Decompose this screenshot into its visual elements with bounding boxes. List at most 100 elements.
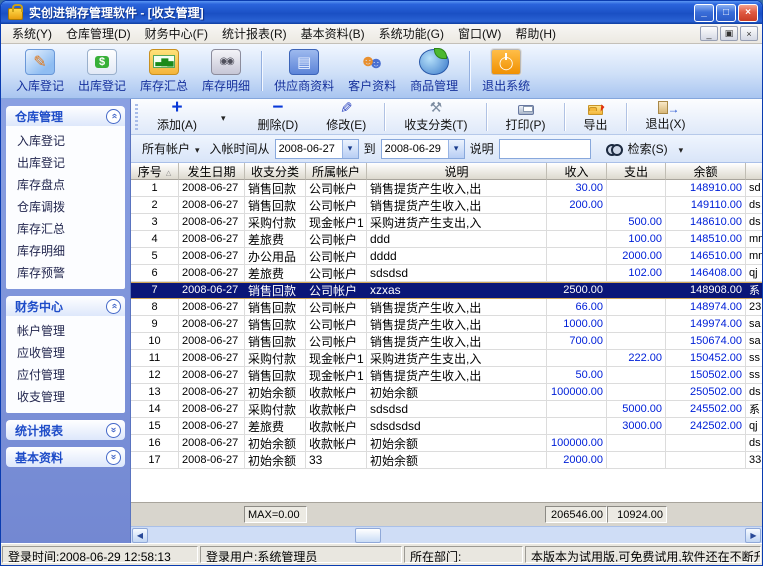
- print-button[interactable]: 打印(P): [492, 100, 560, 134]
- table-cell: [547, 401, 607, 418]
- sidebar-item[interactable]: 库存明细: [6, 240, 125, 262]
- table-cell: 2008-06-27: [179, 384, 245, 401]
- column-header[interactable]: 说明: [367, 163, 547, 180]
- toolbar-button-stock-summary[interactable]: 库存汇总: [133, 47, 195, 96]
- table-cell: 7: [131, 282, 179, 299]
- delete-button[interactable]: 删除(D): [244, 99, 313, 134]
- date-to-dropdown-button[interactable]: [448, 140, 464, 158]
- minimize-button[interactable]: _: [694, 4, 714, 22]
- table-row[interactable]: 52008-06-27办公用品公司帐户dddd2000.00146510.00m…: [131, 248, 762, 265]
- table-row[interactable]: 72008-06-27销售回款公司帐户xzxas2500.00148908.00…: [131, 282, 762, 299]
- sidebar-item[interactable]: 帐户管理: [6, 320, 125, 342]
- column-header[interactable]: 发生日期: [179, 163, 245, 180]
- mdi-restore-button[interactable]: ▣: [720, 26, 738, 41]
- menu-item[interactable]: 财务中心(F): [138, 23, 215, 44]
- column-header[interactable]: 余额: [666, 163, 746, 180]
- table-row[interactable]: 162008-06-27初始余额收款帐户初始余额100000.00ds: [131, 435, 762, 452]
- date-from-input[interactable]: [276, 140, 342, 158]
- chevron-down-icon[interactable]: [106, 423, 121, 438]
- date-to-input[interactable]: [382, 140, 448, 158]
- toolbar-button-supplier[interactable]: 供应商资料: [267, 47, 341, 96]
- mdi-minimize-button[interactable]: _: [700, 26, 718, 41]
- table-row[interactable]: 22008-06-27销售回款公司帐户销售提货产生收入,出200.0014911…: [131, 197, 762, 214]
- sidebar-section-body: 帐户管理应收管理应付管理收支管理: [6, 316, 125, 413]
- table-row[interactable]: 122008-06-27销售回款现金帐户1销售提货产生收入,出50.001505…: [131, 367, 762, 384]
- column-header[interactable]: 序号: [131, 163, 179, 180]
- column-header[interactable]: [746, 163, 762, 180]
- stock-out-icon: [87, 49, 117, 75]
- toolbar-button-stock-out[interactable]: 出库登记: [71, 47, 133, 96]
- sidebar-section: 仓库管理入库登记出库登记库存盘点仓库调拨库存汇总库存明细库存预警: [6, 106, 125, 289]
- sidebar-item[interactable]: 入库登记: [6, 130, 125, 152]
- table-row[interactable]: 132008-06-27初始余额收款帐户初始余额100000.00250502.…: [131, 384, 762, 401]
- export-button[interactable]: 导出: [570, 100, 622, 134]
- column-header[interactable]: 所属帐户: [306, 163, 367, 180]
- account-filter-dropdown[interactable]: 所有帐户: [137, 138, 205, 159]
- maximize-button[interactable]: □: [716, 4, 736, 22]
- table-row[interactable]: 92008-06-27销售回款公司帐户销售提货产生收入,出1000.001499…: [131, 316, 762, 333]
- column-header[interactable]: 支出: [607, 163, 666, 180]
- search-button[interactable]: 检索(S): [600, 138, 690, 159]
- edit-button[interactable]: 修改(E): [312, 99, 380, 134]
- mdi-close-button[interactable]: ×: [740, 26, 758, 41]
- toolbar-button-exit-system[interactable]: 退出系统: [475, 47, 537, 96]
- add-dropdown-arrow-icon[interactable]: [221, 108, 226, 126]
- table-cell: [666, 452, 746, 469]
- sidebar-item[interactable]: 应收管理: [6, 342, 125, 364]
- menu-item[interactable]: 窗口(W): [451, 23, 508, 44]
- table-row[interactable]: 112008-06-27采购付款现金帐户1采购进货产生支出,入222.00150…: [131, 350, 762, 367]
- chevron-up-icon[interactable]: [106, 109, 121, 124]
- menu-item[interactable]: 仓库管理(D): [59, 23, 138, 44]
- table-cell: 5: [131, 248, 179, 265]
- exit-button[interactable]: 退出(X): [632, 100, 700, 133]
- toolbar-button-goods[interactable]: 商品管理: [403, 47, 465, 96]
- table-cell: 销售回款: [245, 197, 306, 214]
- chevron-up-icon[interactable]: [106, 299, 121, 314]
- description-filter-input[interactable]: [499, 139, 591, 159]
- table-row[interactable]: 142008-06-27采购付款收款帐户sdsdsd5000.00245502.…: [131, 401, 762, 418]
- menu-item[interactable]: 系统(Y): [5, 23, 59, 44]
- chevron-down-icon[interactable]: [106, 450, 121, 465]
- menu-item[interactable]: 帮助(H): [508, 23, 563, 44]
- sidebar-section-header[interactable]: 仓库管理: [6, 106, 125, 126]
- column-header[interactable]: 收支分类: [245, 163, 306, 180]
- table-row[interactable]: 12008-06-27销售回款公司帐户销售提货产生收入,出30.00148910…: [131, 180, 762, 197]
- table-row[interactable]: 152008-06-27差旅费收款帐户sdsdsdsd3000.00242502…: [131, 418, 762, 435]
- sidebar-item[interactable]: 库存盘点: [6, 174, 125, 196]
- table-row[interactable]: 62008-06-27差旅费公司帐户sdsdsd102.00146408.00q…: [131, 265, 762, 282]
- column-header[interactable]: 收入: [547, 163, 607, 180]
- toolbar-button-customer[interactable]: 客户资料: [341, 47, 403, 96]
- sidebar-item[interactable]: 应付管理: [6, 364, 125, 386]
- add-button[interactable]: 添加(A): [143, 99, 211, 134]
- table-row[interactable]: 32008-06-27采购付款现金帐户1采购进货产生支出,入500.001486…: [131, 214, 762, 231]
- table-row[interactable]: 42008-06-27差旅费公司帐户ddd100.00148510.00mm: [131, 231, 762, 248]
- table-cell: 销售提货产生收入,出: [367, 197, 547, 214]
- sidebar-section-header[interactable]: 财务中心: [6, 296, 125, 316]
- table-row[interactable]: 172008-06-27初始余额33初始余额2000.0033: [131, 452, 762, 469]
- toolbar-button-stock-in[interactable]: 入库登记: [9, 47, 71, 96]
- sidebar-section-header[interactable]: 基本资料: [6, 447, 125, 467]
- sidebar-item[interactable]: 库存汇总: [6, 218, 125, 240]
- scrollbar-thumb[interactable]: [355, 528, 381, 543]
- date-from-dropdown-button[interactable]: [342, 140, 358, 158]
- sidebar-item[interactable]: 出库登记: [6, 152, 125, 174]
- scroll-right-button[interactable]: [745, 528, 761, 543]
- search-options-arrow-icon[interactable]: [679, 142, 684, 156]
- table-cell: 2000.00: [547, 452, 607, 469]
- table-row[interactable]: 102008-06-27销售回款公司帐户销售提货产生收入,出700.001506…: [131, 333, 762, 350]
- scroll-left-button[interactable]: [132, 528, 148, 543]
- sidebar-section-header[interactable]: 统计报表: [6, 420, 125, 440]
- category-button[interactable]: 收支分类(T): [390, 99, 481, 134]
- sidebar-item[interactable]: 仓库调拨: [6, 196, 125, 218]
- table-cell: 销售提货产生收入,出: [367, 299, 547, 316]
- toolbar-button-stock-detail[interactable]: 库存明细: [195, 47, 257, 96]
- close-button[interactable]: ×: [738, 4, 758, 22]
- table-row[interactable]: 82008-06-27销售回款公司帐户销售提货产生收入,出66.00148974…: [131, 299, 762, 316]
- menu-item[interactable]: 系统功能(G): [372, 23, 451, 44]
- table-cell: 146408.00: [666, 265, 746, 282]
- menu-item[interactable]: 统计报表(R): [215, 23, 294, 44]
- menu-item[interactable]: 基本资料(B): [294, 23, 372, 44]
- sidebar-item[interactable]: 库存预警: [6, 262, 125, 284]
- sidebar-item[interactable]: 收支管理: [6, 386, 125, 408]
- horizontal-scrollbar[interactable]: [131, 526, 762, 543]
